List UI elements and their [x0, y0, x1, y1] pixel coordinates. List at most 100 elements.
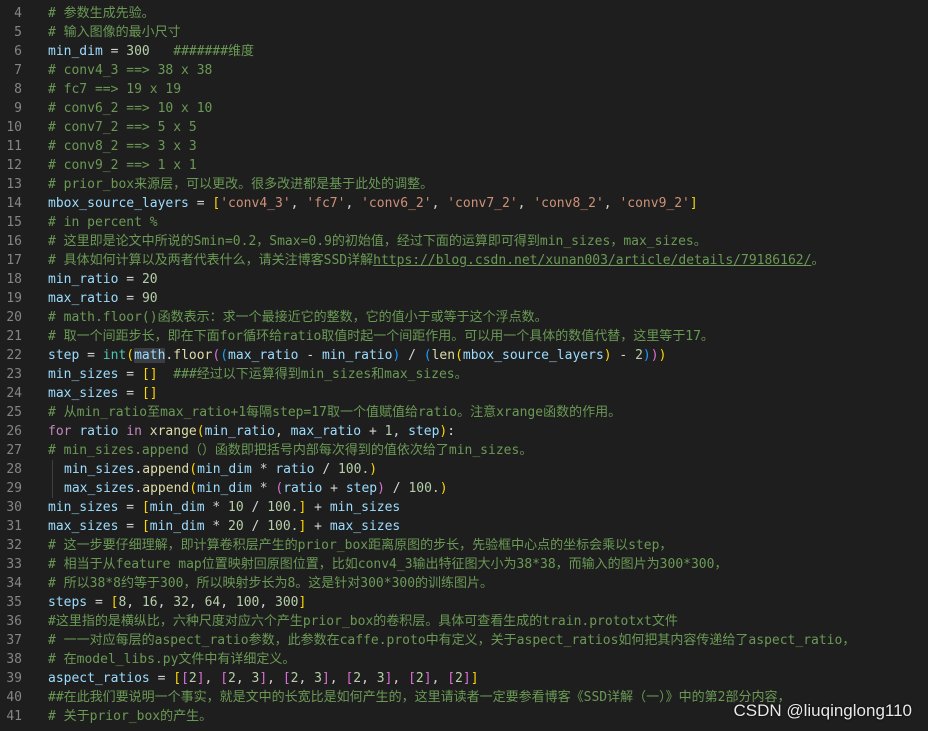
variable-token: min_dim: [149, 500, 205, 515]
line-number: 25: [6, 405, 22, 420]
code-text: #这里指的是横纵比，六种尺度对应六个产生prior_box的卷积层。具体可查看生…: [48, 612, 678, 631]
number-token: 2: [455, 671, 463, 686]
comment-token: # 相当于从feature map位置映射回原图位置，比如conv4_3输出特征…: [48, 557, 728, 572]
code-line[interactable]: 32 # 这一步要仔细理解，即计算卷积层产生的prior_box距离原图的步长，先…: [0, 536, 928, 555]
code-line[interactable]: 35 steps = [8, 16, 32, 64, 100, 300]: [0, 593, 928, 612]
bracket-token: [: [173, 671, 182, 686]
variable-token: steps: [48, 595, 88, 610]
string-token: 'conv6_2': [361, 196, 432, 211]
number-token: 100.: [337, 462, 370, 477]
code-line[interactable]: 20 # math.floor()函数表示：求一个最接近它的整数，它的值小于或等于…: [0, 308, 928, 327]
code-line[interactable]: 24 max_sizes = []: [0, 384, 928, 403]
code-line[interactable]: 22 step = int(math.floor((max_ratio - min…: [0, 346, 928, 365]
code-text: for ratio in xrange(min_ratio, max_ratio…: [48, 422, 455, 441]
comment-token: # 输入图像的最小尺寸: [48, 25, 181, 40]
operator-token: =: [188, 196, 213, 211]
operator-token: ,: [603, 196, 620, 211]
bracket-token: ): [369, 462, 378, 477]
code-line[interactable]: 9 # conv6_2 ==> 10 x 10: [0, 99, 928, 118]
comment-token: # conv9_2 ==> 1 x 1: [48, 158, 197, 173]
bracket-token: (: [423, 348, 432, 363]
code-line[interactable]: 7 # conv4_3 ==> 38 x 38: [0, 61, 928, 80]
code-line[interactable]: 14 mbox_source_layers = ['conv4_3', 'fc7'…: [0, 194, 928, 213]
comment-token: #######维度: [173, 44, 255, 59]
variable-token: ratio: [275, 462, 315, 477]
bracket-token: ]: [196, 671, 205, 686]
operator-token: ,: [126, 595, 142, 610]
comment-token: # in percent %: [48, 215, 158, 230]
code-line[interactable]: 16 # 这里即是论文中所说的Smin=0.2，Smax=0.9的初始值，经过下面…: [0, 232, 928, 251]
operator-token: ,: [298, 671, 315, 686]
line-number: 24: [6, 386, 22, 401]
code-text: min_sizes.append(min_dim * ratio / 100.): [64, 460, 377, 479]
code-text: # 输入图像的最小尺寸: [48, 23, 181, 42]
link-token[interactable]: https://blog.csdn.net/xunan003/article/d…: [373, 253, 811, 268]
bracket-token: [: [141, 519, 150, 534]
code-line[interactable]: 15 # in percent %: [0, 213, 928, 232]
code-line[interactable]: 25 # 从min_ratio至max_ratio+1每隔step=17取一个值赋…: [0, 403, 928, 422]
code-line[interactable]: 13 # prior_box来源层，可以更改。很多改进都是基于此处的调整。: [0, 175, 928, 194]
operator-token: [158, 367, 174, 382]
code-line[interactable]: 36 #这里指的是横纵比，六种尺度对应六个产生prior_box的卷积层。具体可查…: [0, 612, 928, 631]
code-line[interactable]: 28 min_sizes.append(min_dim * ratio / 100…: [0, 460, 928, 479]
variable-token: min_sizes: [329, 500, 401, 515]
bracket-token: (: [275, 481, 284, 496]
variable-token: max_ratio: [228, 348, 299, 363]
code-line[interactable]: 37 # 一一对应每层的aspect_ratio参数，此参数在caffe.prot…: [0, 631, 928, 650]
code-text: # 从min_ratio至max_ratio+1每隔step=17取一个值赋值给…: [48, 403, 621, 422]
operator-token: ,: [329, 671, 346, 686]
code-line[interactable]: 29 max_sizes.append(min_dim * (ratio + st…: [0, 479, 928, 498]
bracket-token: (: [220, 348, 229, 363]
code-line[interactable]: 8 # fc7 ==> 19 x 19: [0, 80, 928, 99]
operator-token: ,: [431, 196, 448, 211]
variable-token: ratio: [283, 481, 323, 496]
code-line[interactable]: 27 # min_sizes.append（）函数即把括号内部每次得到的值依次给了…: [0, 441, 928, 460]
code-text: # conv4_3 ==> 38 x 38: [48, 61, 212, 80]
code-line[interactable]: 34 # 所以38*8约等于300，所以映射步长为8。这是针对300*300的训练…: [0, 574, 928, 593]
code-text: # 具体如何计算以及两者代表什么，请关注博客SSD详解https://blog.…: [48, 251, 824, 270]
code-text: min_ratio = 20: [48, 270, 158, 289]
code-line[interactable]: 33 # 相当于从feature map位置映射回原图位置，比如conv4_3输出…: [0, 555, 928, 574]
bracket-token: []: [141, 367, 158, 382]
number-token: 2: [188, 671, 197, 686]
indent-guide: [52, 479, 53, 498]
number-token: 32: [173, 595, 189, 610]
function-token: len: [431, 348, 456, 363]
comment-token: # 取一个间距步长，即在下面for循环给ratio取值时起一个间距作用。可以用一…: [48, 329, 714, 344]
string-token: 'conv4_3': [220, 196, 291, 211]
operator-token: -: [298, 348, 322, 363]
code-line[interactable]: 5 # 输入图像的最小尺寸: [0, 23, 928, 42]
code-line[interactable]: 30 min_sizes = [min_dim * 10 / 100.] + mi…: [0, 498, 928, 517]
variable-token: ratio: [79, 424, 119, 439]
code-text: # 参数生成先验。: [48, 4, 155, 23]
code-line[interactable]: 10 # conv7_2 ==> 5 x 5: [0, 118, 928, 137]
string-token: 'fc7': [306, 196, 346, 211]
code-line[interactable]: 21 # 取一个间距步长，即在下面for循环给ratio取值时起一个间距作用。可以…: [0, 327, 928, 346]
operator-token: *: [204, 500, 229, 515]
code-editor[interactable]: 4 # 参数生成先验。 5 # 输入图像的最小尺寸 6 min_dim = 300 ###…: [0, 4, 928, 726]
variable-token: max_ratio: [48, 291, 119, 306]
code-line[interactable]: 12 # conv9_2 ==> 1 x 1: [0, 156, 928, 175]
line-number: 14: [6, 196, 22, 211]
code-line[interactable]: 39 aspect_ratios = [[2], [2, 3], [2, 3], …: [0, 669, 928, 688]
bracket-token: (: [189, 481, 198, 496]
code-line[interactable]: 4 # 参数生成先验。: [0, 4, 928, 23]
variable-token: max_sizes: [64, 481, 135, 496]
comment-token: # prior_box来源层，可以更改。很多改进都是基于此处的调整。: [48, 177, 434, 192]
code-line[interactable]: 23 min_sizes = [] ###经过以下运算得到min_sizes和ma…: [0, 365, 928, 384]
code-line[interactable]: 18 min_ratio = 20: [0, 270, 928, 289]
code-line[interactable]: 17 # 具体如何计算以及两者代表什么，请关注博客SSD详解https://blo…: [0, 251, 928, 270]
code-text: # 相当于从feature map位置映射回原图位置，比如conv4_3输出特征…: [48, 555, 727, 574]
operator-token: ,: [235, 671, 252, 686]
code-line[interactable]: 19 max_ratio = 90: [0, 289, 928, 308]
variable-token: max_sizes: [48, 386, 119, 401]
code-line[interactable]: 6 min_dim = 300 #######维度: [0, 42, 928, 61]
code-line[interactable]: 38 # 在model_libs.py文件中有详细定义。: [0, 650, 928, 669]
code-text: # 所以38*8约等于300，所以映射步长为8。这是针对300*300的训练图片…: [48, 574, 493, 593]
operator-token: =: [118, 272, 142, 287]
code-text: min_sizes = [min_dim * 10 / 100.] + min_…: [48, 498, 400, 517]
comment-token: #这里指的是横纵比，六种尺度对应六个产生prior_box的卷积层。具体可查看生…: [48, 614, 678, 629]
code-line[interactable]: 31 max_sizes = [min_dim * 20 / 100.] + ma…: [0, 517, 928, 536]
code-line[interactable]: 26 for ratio in xrange(min_ratio, max_rat…: [0, 422, 928, 441]
code-line[interactable]: 11 # conv8_2 ==> 3 x 3: [0, 137, 928, 156]
